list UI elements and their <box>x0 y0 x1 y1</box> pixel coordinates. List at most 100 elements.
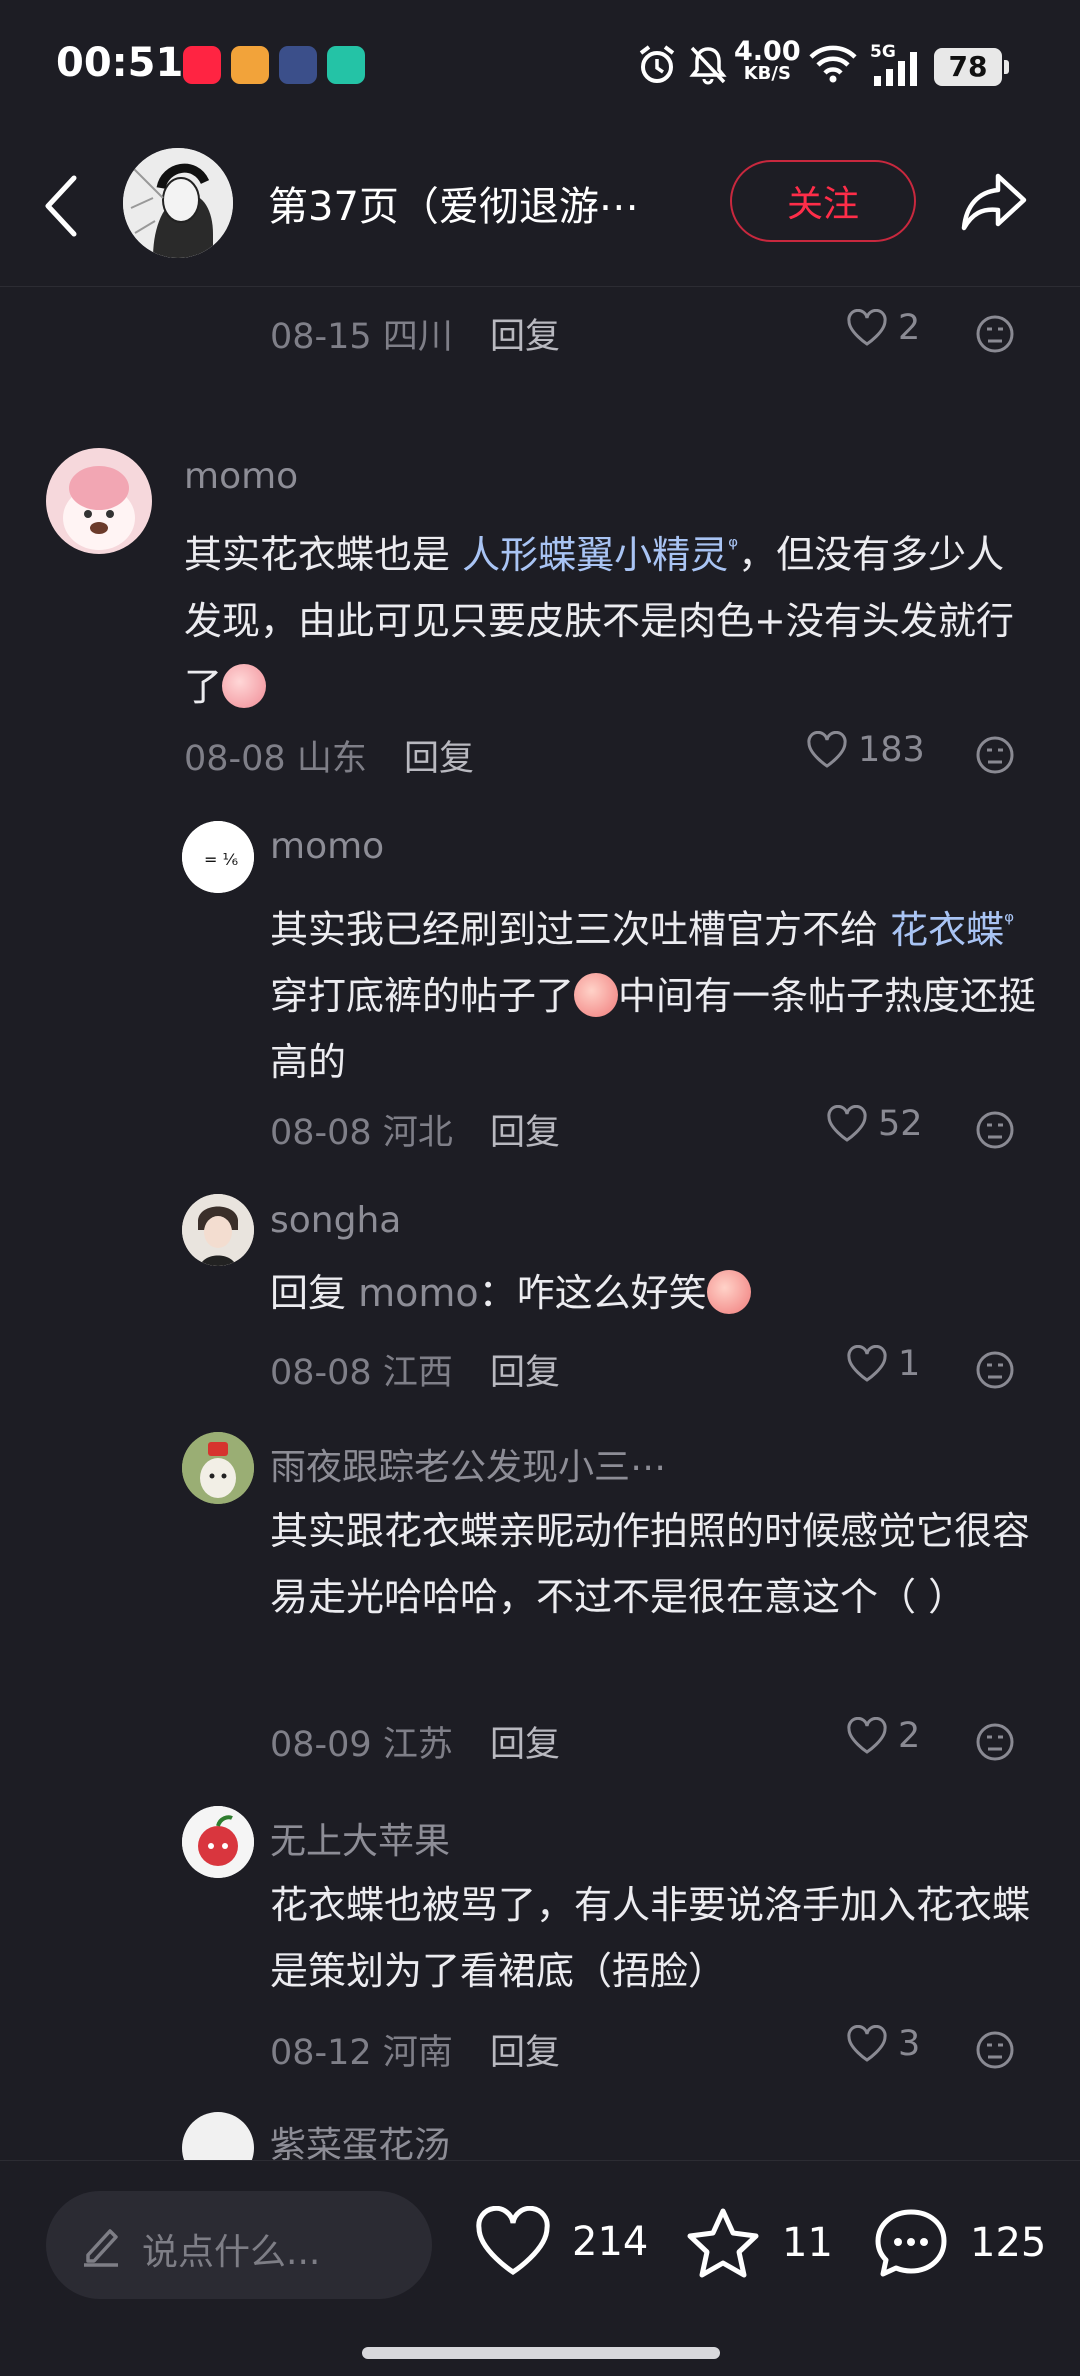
heart-icon <box>847 1717 887 1754</box>
like-button[interactable]: 1 <box>846 1344 920 1384</box>
back-arrow-icon[interactable] <box>40 170 84 242</box>
like-button[interactable]: 52 <box>826 1104 923 1144</box>
dislike-icon[interactable] <box>975 1350 1015 1390</box>
home-indicator[interactable] <box>362 2347 720 2359</box>
dislike-icon[interactable] <box>975 314 1015 354</box>
reply-button[interactable]: 回复 <box>490 1353 560 1393</box>
signal-icon <box>874 52 917 86</box>
comment-location: 河南 <box>382 2033 453 2073</box>
like-count: 1 <box>898 1344 921 1384</box>
heart-icon <box>847 1345 887 1382</box>
comment-meta: 08-08 河北 回复 <box>270 1104 560 1155</box>
avatar[interactable] <box>182 1432 254 1504</box>
author-avatar[interactable] <box>123 148 233 258</box>
status-time: 00:51 <box>56 40 184 86</box>
mute-bell-icon <box>689 46 727 85</box>
comment-date: 08-08 <box>270 1353 372 1393</box>
avatar[interactable] <box>46 448 152 554</box>
like-button[interactable]: 2 <box>846 1716 920 1756</box>
comments-button[interactable]: 125 <box>872 2206 1046 2280</box>
comment-username[interactable]: songha <box>270 1200 401 1241</box>
comment-date: 08-09 <box>270 1725 372 1765</box>
comment-location: 山东 <box>296 739 367 779</box>
favorite-button[interactable]: 11 <box>684 2206 833 2280</box>
search-icon: ᵠ <box>1004 907 1015 935</box>
bottom-action-bar: 说点什么... 214 11 125 <box>0 2160 1080 2376</box>
share-icon[interactable] <box>958 166 1030 238</box>
comment-input[interactable]: 说点什么... <box>46 2191 432 2299</box>
input-placeholder: 说点什么... <box>142 2232 321 2273</box>
blush-emoji-icon <box>222 663 267 708</box>
like-count: 52 <box>878 1104 923 1144</box>
reply-button[interactable]: 回复 <box>490 1725 560 1765</box>
video-app-icon <box>231 46 269 84</box>
comment-date: 08-15 <box>270 317 372 357</box>
comment-date: 08-08 <box>184 739 286 779</box>
comment-text: 其实跟花衣蝶亲昵动作拍照的时候感觉它很容易走光哈哈哈，不过不是很在意这个（ ） <box>270 1509 1031 1619</box>
game-app-icon <box>279 46 317 84</box>
dislike-icon[interactable] <box>975 1110 1015 1150</box>
comment-date: 08-12 <box>270 2033 372 2073</box>
like-button[interactable]: 183 <box>806 730 925 770</box>
battery-icon: 78 <box>934 48 1009 86</box>
heart-icon <box>827 1105 867 1142</box>
dislike-icon[interactable] <box>975 1722 1015 1762</box>
topic-link[interactable]: 花衣蝶ᵠ <box>890 907 1015 952</box>
like-count: 183 <box>858 730 925 770</box>
crying-emoji-icon <box>706 1270 751 1314</box>
comment-meta: 08-09 江苏 回复 <box>270 1716 560 1767</box>
like-count: 2 <box>898 308 921 348</box>
net-speed: 4.00 KB/S <box>734 36 801 84</box>
dislike-icon[interactable] <box>975 735 1015 775</box>
post-like-button[interactable]: 214 <box>474 2206 648 2278</box>
comment-meta: 08-08 江西 回复 <box>270 1344 560 1395</box>
comment-text: 其实我已经刷到过三次吐槽官方不给 花衣蝶ᵠ 穿打底裤的帖子了 中间有一条帖子热度还… <box>270 907 1037 1084</box>
comment-meta: 08-15 四川 回复 <box>270 308 560 359</box>
comment-count: 125 <box>970 2220 1047 2266</box>
heart-icon <box>847 2025 887 2062</box>
comment-username[interactable]: 无上大苹果 <box>270 1812 450 1864</box>
like-count: 3 <box>898 2024 921 2064</box>
like-count: 2 <box>898 1716 921 1756</box>
reply-button[interactable]: 回复 <box>404 739 474 779</box>
avatar[interactable] <box>182 1806 254 1878</box>
avatar[interactable] <box>182 1194 254 1266</box>
comment-username[interactable]: 雨夜跟踪老公发现小三⋯ <box>270 1438 970 1490</box>
comment-location: 江苏 <box>382 1725 453 1765</box>
comment-location: 江西 <box>382 1353 453 1393</box>
favorite-count: 11 <box>782 2220 833 2266</box>
chat-bubble-icon <box>875 2209 947 2277</box>
comment-text: 花衣蝶也被骂了，有人非要说洛手加入花衣蝶是策划为了看裙底（捂脸） <box>270 1883 1031 1993</box>
heart-icon <box>476 2206 550 2275</box>
post-like-count: 214 <box>572 2219 649 2265</box>
chat-app-icon <box>327 46 365 84</box>
svg-text:= ¹⁄₆: = ¹⁄₆ <box>204 850 238 869</box>
comment-location: 河北 <box>382 1113 453 1153</box>
mention-link[interactable]: momo <box>358 1271 479 1315</box>
reply-button[interactable]: 回复 <box>490 317 560 357</box>
xiaohongshu-icon <box>183 46 221 84</box>
dislike-icon[interactable] <box>975 2030 1015 2070</box>
status-bar: 00:51 4.00 KB/S 5G 78 <box>0 0 1080 130</box>
comment-date: 08-08 <box>270 1113 372 1153</box>
like-button[interactable]: 2 <box>846 308 920 348</box>
search-icon: ᵠ <box>728 532 739 560</box>
crying-emoji-icon <box>574 972 619 1017</box>
heart-icon <box>807 731 847 768</box>
page-title: 第37页（爱彻退游⋯ <box>268 184 639 230</box>
comment-meta: 08-12 河南 回复 <box>270 2024 560 2075</box>
like-button[interactable]: 3 <box>846 2024 920 2064</box>
reply-button[interactable]: 回复 <box>490 2033 560 2073</box>
wifi-icon <box>809 45 857 83</box>
comment-text: 回复 momo：咋这么好笑 <box>270 1260 1040 1326</box>
post-header: 第37页（爱彻退游⋯ 关注 <box>0 130 1080 287</box>
comment-meta: 08-08 山东 回复 <box>184 730 474 781</box>
comment-text: 其实花衣蝶也是 人形蝶翼小精灵ᵠ，但没有多少人发现，由此可见只要皮肤不是肉色+没… <box>184 532 1014 709</box>
topic-link[interactable]: 人形蝶翼小精灵ᵠ <box>462 532 739 577</box>
alarm-icon <box>639 45 675 83</box>
reply-button[interactable]: 回复 <box>490 1113 560 1153</box>
avatar[interactable]: = ¹⁄₆ <box>182 821 254 893</box>
follow-button[interactable]: 关注 <box>730 160 916 242</box>
comment-username[interactable]: momo <box>270 826 384 867</box>
comment-username[interactable]: momo <box>184 456 298 497</box>
